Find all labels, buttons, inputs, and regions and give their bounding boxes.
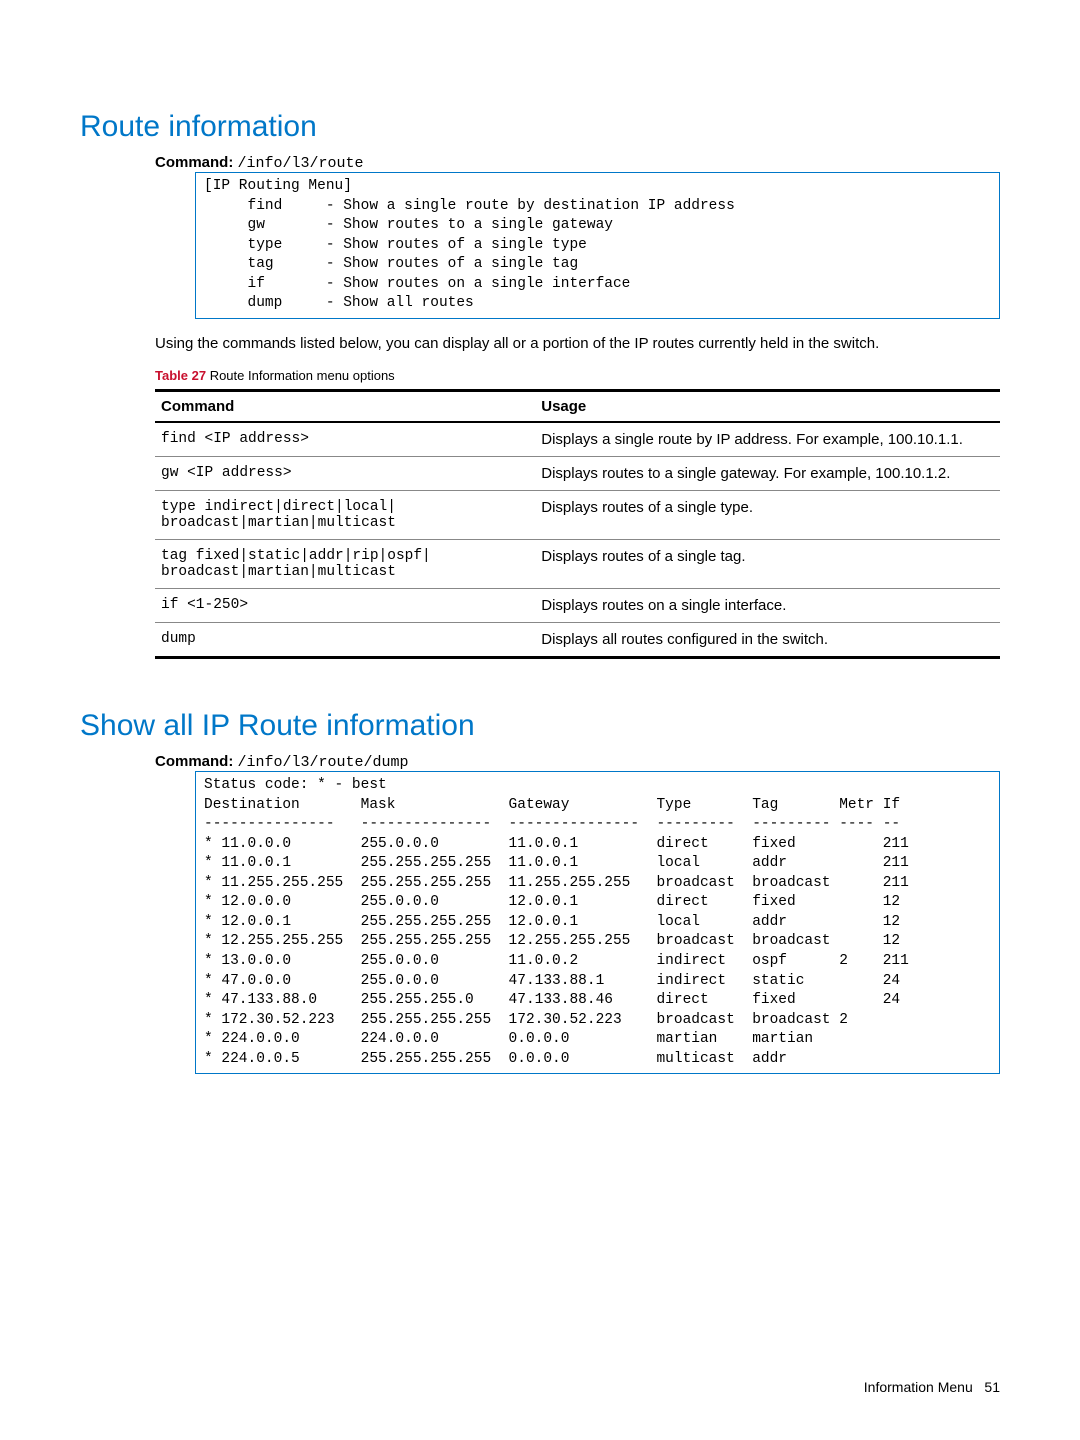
options-table: Command Usage find <IP address> Displays… [155, 389, 1000, 659]
command-value: /info/l3/route [238, 155, 364, 172]
cell-cmd: find <IP address> [155, 422, 535, 457]
table-row: if <1-250> Displays routes on a single i… [155, 588, 1000, 622]
th-usage: Usage [535, 390, 1000, 422]
page-footer: Information Menu 51 [864, 1379, 1000, 1395]
cell-cmd: tag fixed|static|addr|rip|ospf| broadcas… [155, 539, 535, 588]
footer-section: Information Menu [864, 1379, 973, 1395]
table-row: tag fixed|static|addr|rip|ospf| broadcas… [155, 539, 1000, 588]
cell-cmd: gw <IP address> [155, 456, 535, 490]
heading-route-information: Route information [80, 110, 1000, 144]
table-row: find <IP address> Displays a single rout… [155, 422, 1000, 457]
table-caption-text: Route Information menu options [210, 368, 395, 383]
terminal-output-menu: [IP Routing Menu] find - Show a single r… [195, 172, 1000, 319]
table-row: dump Displays all routes configured in t… [155, 622, 1000, 657]
cell-usage: Displays all routes configured in the sw… [535, 622, 1000, 657]
cell-usage: Displays routes of a single type. [535, 490, 1000, 539]
table-label: Table 27 [155, 368, 206, 383]
cell-usage: Displays routes of a single tag. [535, 539, 1000, 588]
command-value: /info/l3/route/dump [238, 754, 409, 771]
table-caption: Table 27 Route Information menu options [155, 368, 1000, 383]
th-command: Command [155, 390, 535, 422]
command-label: Command: [155, 154, 233, 171]
cell-usage: Displays routes to a single gateway. For… [535, 456, 1000, 490]
command-line-1: Command: /info/l3/route [155, 154, 1000, 172]
cell-cmd: type indirect|direct|local| broadcast|ma… [155, 490, 535, 539]
table-row: gw <IP address> Displays routes to a sin… [155, 456, 1000, 490]
paragraph-intro: Using the commands listed below, you can… [155, 333, 1000, 354]
command-label: Command: [155, 753, 233, 770]
cell-usage: Displays routes on a single interface. [535, 588, 1000, 622]
document-page: Route information Command: /info/l3/rout… [0, 0, 1080, 1440]
footer-page-number: 51 [984, 1379, 1000, 1395]
command-line-2: Command: /info/l3/route/dump [155, 753, 1000, 771]
table-row: type indirect|direct|local| broadcast|ma… [155, 490, 1000, 539]
terminal-output-dump: Status code: * - best Destination Mask G… [195, 771, 1000, 1074]
cell-cmd: dump [155, 622, 535, 657]
heading-show-all-ip-route: Show all IP Route information [80, 709, 1000, 743]
cell-cmd: if <1-250> [155, 588, 535, 622]
cell-usage: Displays a single route by IP address. F… [535, 422, 1000, 457]
